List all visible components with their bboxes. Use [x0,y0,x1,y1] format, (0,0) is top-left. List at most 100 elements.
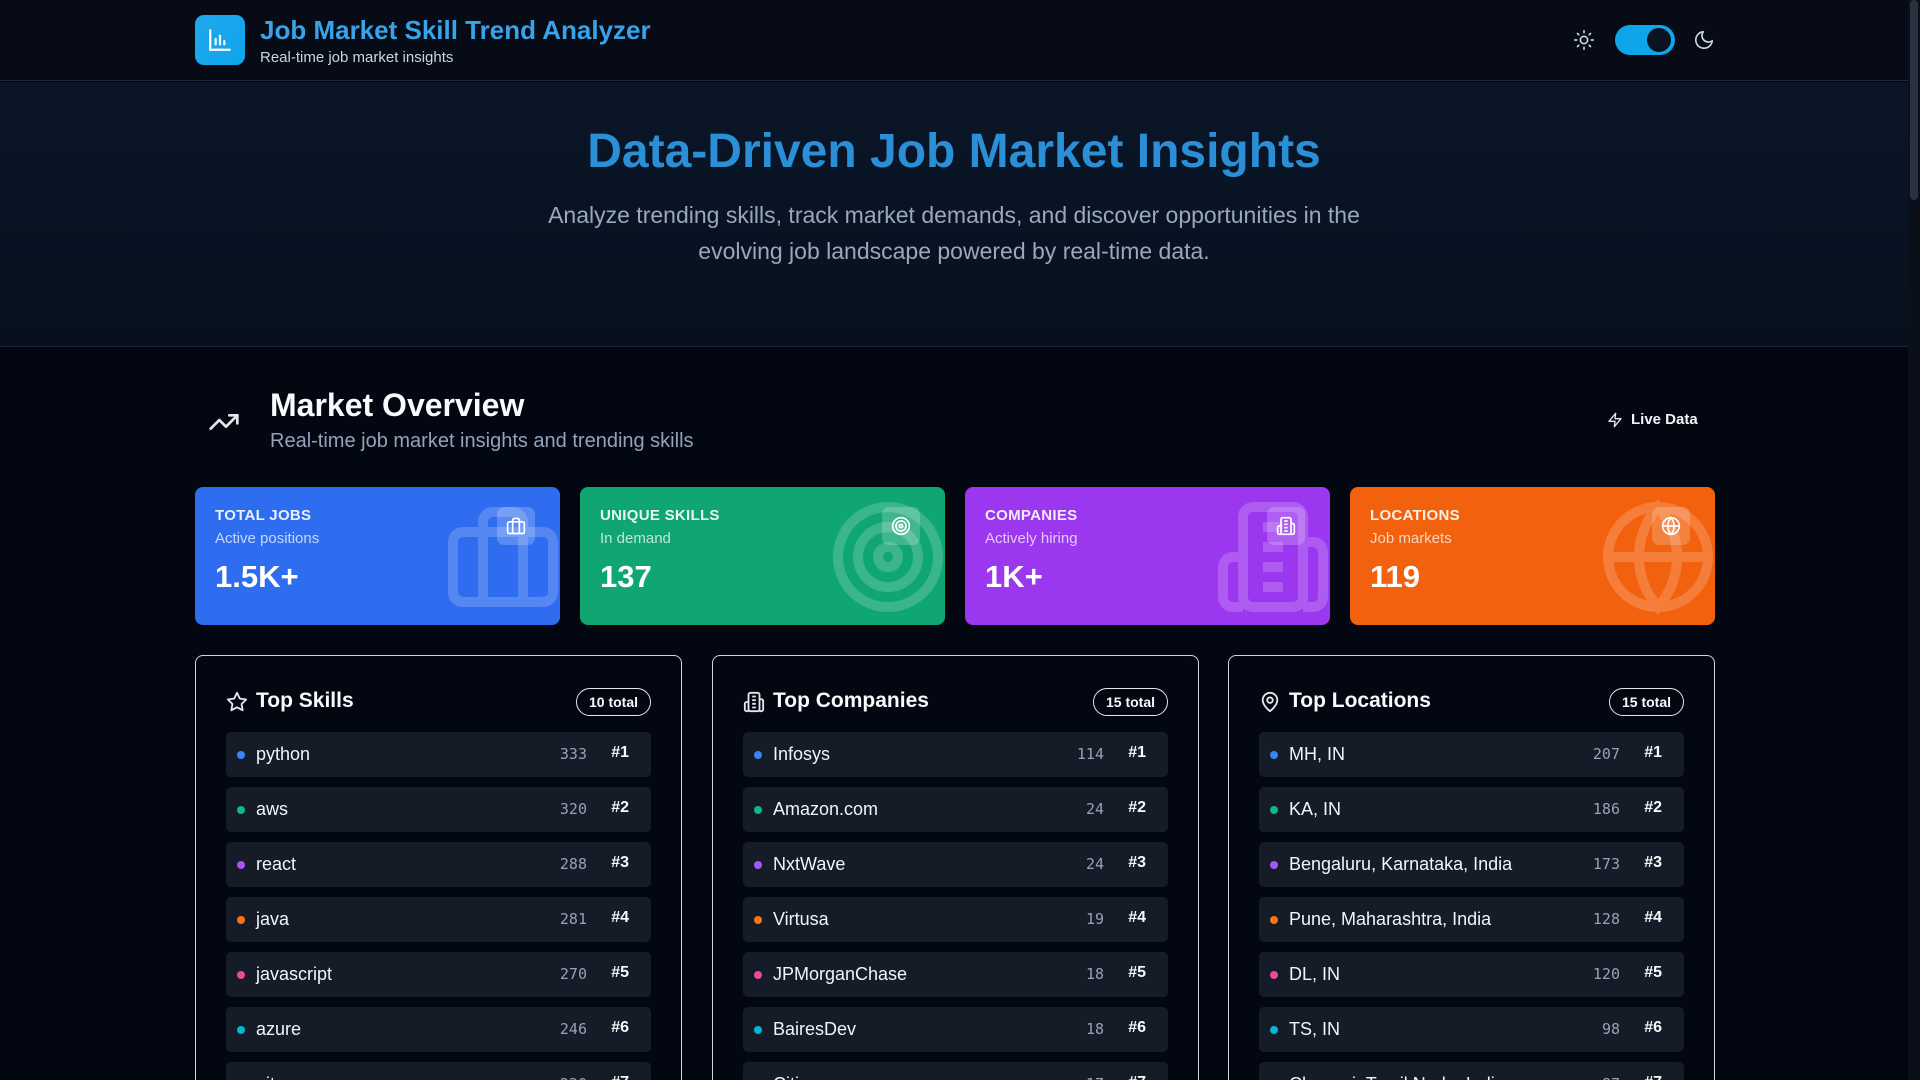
item-rank: #3 [611,854,629,871]
item-rank: #1 [1644,744,1662,761]
item-count: 281 [559,910,587,928]
building-icon [743,691,765,713]
list-item[interactable]: TS, IN 98 #6 [1259,1007,1684,1052]
overview-subtitle: Real-time job market insights and trendi… [270,430,694,452]
item-rank: #5 [611,964,629,981]
moon-icon[interactable] [1693,29,1715,51]
list-item[interactable]: Pune, Maharashtra, India 128 #4 [1259,897,1684,942]
item-count: 173 [1592,855,1620,873]
item-count: 18 [1085,965,1104,983]
target-icon [891,516,911,536]
list-item[interactable]: NxtWave 24 #3 [743,842,1168,887]
zap-icon [1608,412,1622,427]
list-item[interactable]: aws 320 #2 [226,787,651,832]
item-rank: #4 [611,909,629,926]
list-item[interactable]: Virtusa 19 #4 [743,897,1168,942]
list-item[interactable]: Chennai, Tamil Nadu, India 87 #7 [1259,1062,1684,1080]
bar-chart-icon [209,29,231,51]
list-item[interactable]: Citi 17 #7 [743,1062,1168,1080]
bullet-dot [754,751,762,759]
list-item[interactable]: DL, IN 120 #5 [1259,952,1684,997]
stat-badge [1267,507,1305,545]
item-rank: #3 [1644,854,1662,871]
item-rank: #6 [611,1019,629,1036]
item-name: aws [256,799,289,819]
scrollbar[interactable] [1908,0,1920,1080]
list-item[interactable]: KA, IN 186 #2 [1259,787,1684,832]
item-count: 207 [1592,745,1620,763]
star-icon [226,691,248,712]
stat-card-unique-skills: UNIQUE SKILLS In demand 137 [580,487,945,625]
bullet-dot [1270,1026,1278,1034]
count-badge: 15 total [1608,688,1684,716]
list-item[interactable]: BairesDev 18 #6 [743,1007,1168,1052]
bullet-dot [237,806,245,814]
skills-list: python 333 #1 aws 320 #2 react 288 #3 java 281 #4 ja… [226,732,651,1080]
item-name: azure [256,1019,302,1039]
list-item[interactable]: java 281 #4 [226,897,651,942]
bullet-dot [1270,806,1278,814]
item-count: 288 [559,855,587,873]
item-rank: #7 [1644,1074,1662,1080]
list-item[interactable]: python 333 #1 [226,732,651,777]
live-data-badge: Live Data [1607,411,1698,428]
item-rank: #5 [1644,964,1662,981]
panel-title: Top Companies [773,689,929,712]
item-name: KA, IN [1289,799,1342,819]
scrollbar-thumb[interactable] [1910,0,1918,200]
list-item[interactable]: Bengaluru, Karnataka, India 173 #3 [1259,842,1684,887]
bullet-dot [237,751,245,759]
item-rank: #4 [1128,909,1146,926]
list-item[interactable]: Amazon.com 24 #2 [743,787,1168,832]
item-name: MH, IN [1289,744,1345,764]
item-name: Chennai, Tamil Nadu, India [1289,1074,1505,1080]
list-item[interactable]: MH, IN 207 #1 [1259,732,1684,777]
bullet-dot [754,1026,762,1034]
live-data-label: Live Data [1631,411,1698,428]
item-rank: #7 [1128,1074,1146,1080]
panel-title: Top Locations [1289,689,1431,712]
list-item[interactable]: react 288 #3 [226,842,651,887]
theme-toggle[interactable] [1615,25,1675,55]
item-name: NxtWave [773,854,846,874]
list-item[interactable]: azure 246 #6 [226,1007,651,1052]
item-name: Amazon.com [773,799,879,819]
stat-badge [497,507,535,545]
top-skills-panel: Top Skills 10 total python 333 #1 aws 320 #2 r… [195,655,682,1080]
item-name: JPMorganChase [773,964,908,984]
trending-up-icon [209,414,239,430]
bullet-dot [1270,861,1278,869]
bullet-dot [754,861,762,869]
count-badge: 10 total [575,688,651,716]
list-item[interactable]: javascript 270 #5 [226,952,651,997]
item-rank: #3 [1128,854,1146,871]
bullet-dot [237,971,245,979]
logo[interactable] [195,15,245,65]
list-item[interactable]: JPMorganChase 18 #5 [743,952,1168,997]
stat-card-total-jobs: TOTAL JOBS Active positions 1.5K+ [195,487,560,625]
stat-sublabel: In demand [600,530,671,547]
list-item[interactable]: Infosys 114 #1 [743,732,1168,777]
sun-icon[interactable] [1573,29,1595,51]
list-item[interactable]: git 230 #7 [226,1062,651,1080]
item-name: git [256,1074,275,1080]
stat-sublabel: Job markets [1370,530,1452,547]
stat-sublabel: Active positions [215,530,320,547]
bullet-dot [237,1026,245,1034]
top-header: Job Market Skill Trend Analyzer Real-tim… [0,0,1908,81]
stat-sublabel: Actively hiring [985,530,1078,547]
stat-value: 1.5K+ [215,559,299,594]
bullet-dot [1270,751,1278,759]
item-name: Bengaluru, Karnataka, India [1289,854,1513,874]
item-rank: #6 [1128,1019,1146,1036]
locations-list: MH, IN 207 #1 KA, IN 186 #2 Bengaluru, Karnata… [1259,732,1684,1080]
stat-value: 119 [1370,559,1421,594]
item-rank: #1 [1128,744,1146,761]
item-count: 246 [559,1020,587,1038]
stat-label: UNIQUE SKILLS [600,507,720,524]
toggle-knob [1647,28,1671,52]
item-name: java [256,909,290,929]
item-name: Infosys [773,744,831,764]
item-count: 186 [1592,800,1620,818]
item-count: 270 [559,965,587,983]
